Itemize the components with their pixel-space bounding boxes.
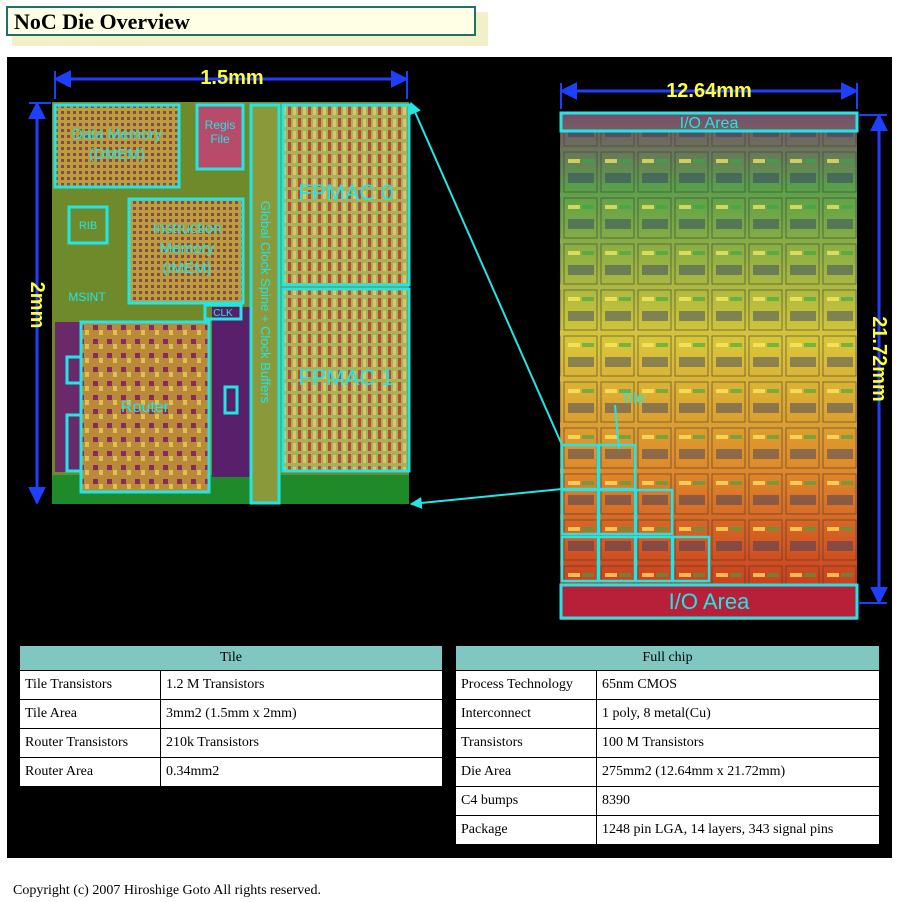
regfile-label-2: File <box>210 132 230 146</box>
clk-label: CLK <box>213 308 233 319</box>
table-cell-value: 8390 <box>596 786 880 816</box>
chip-table-header: Full chip <box>455 645 880 671</box>
zoom-line-top <box>409 101 563 446</box>
table-cell-label: Package <box>455 815 597 845</box>
chip-height-label: 21.72mm <box>868 316 890 402</box>
msint-label: MSINT <box>68 290 106 304</box>
table-cell-label: Die Area <box>455 757 597 787</box>
table-cell-value: 0.34mm2 <box>160 757 443 787</box>
table-cell-label: Process Technology <box>455 670 597 700</box>
table-cell-value: 210k Transistors <box>160 728 443 758</box>
tile-width-label: 1.5mm <box>200 67 263 89</box>
page-title: NoC Die Overview <box>6 6 476 36</box>
table-cell-label: Router Transistors <box>19 728 161 758</box>
table-row: Tile Transistors 1.2 M Transistors <box>19 670 443 700</box>
imem-label-3: (IMEM) <box>162 260 211 277</box>
full-die-tiles <box>560 132 857 587</box>
imem-label-1: Instruction <box>152 220 221 237</box>
clock-spine-label: Global Clock Spine + Clock Buffers <box>258 201 273 404</box>
imem-label-2: Memory <box>160 240 215 257</box>
table-row: Process Technology 65nm CMOS <box>455 670 880 700</box>
table-cell-value: 3mm2 (1.5mm x 2mm) <box>160 699 443 729</box>
table-row: C4 bumps 8390 <box>455 786 880 816</box>
chip-width-label: 12.64mm <box>666 80 752 102</box>
chip-table-header-row: Full chip <box>455 645 880 671</box>
table-cell-label: Tile Transistors <box>19 670 161 700</box>
table-row: Router Area 0.34mm2 <box>19 757 443 787</box>
rib-label: RIB <box>79 220 97 232</box>
table-cell-value: 1 poly, 8 metal(Cu) <box>596 699 880 729</box>
fpmac1-label: FPMAC 1 <box>298 365 393 390</box>
tile-die: Data Memory (DMEM) Regis File RIB Instru… <box>26 67 411 505</box>
regfile-label-1: Regis <box>205 118 236 132</box>
table-cell-label: Interconnect <box>455 699 597 729</box>
table-cell-value: 1248 pin LGA, 14 layers, 343 signal pins <box>596 815 880 845</box>
fpmac0-label: FPMAC 0 <box>298 180 393 205</box>
router-label: Router <box>121 399 170 416</box>
io-area-bottom-label: I/O Area <box>669 589 750 614</box>
chip-spec-table: Full chip Process Technology 65nm CMOS I… <box>455 645 880 845</box>
tile-table-header: Tile <box>19 645 443 671</box>
copyright-text: Copyright (c) 2007 Hiroshige Goto All ri… <box>13 883 321 898</box>
io-area-top-label: I/O Area <box>680 115 739 132</box>
table-cell-value: 65nm CMOS <box>596 670 880 700</box>
table-cell-value: 100 M Transistors <box>596 728 880 758</box>
table-cell-label: Tile Area <box>19 699 161 729</box>
table-cell-value: 1.2 M Transistors <box>160 670 443 700</box>
dmem-label-2: (DMEM) <box>89 146 145 163</box>
table-row: Interconnect 1 poly, 8 metal(Cu) <box>455 699 880 729</box>
table-row: Tile Area 3mm2 (1.5mm x 2mm) <box>19 699 443 729</box>
tile-callout-label: Tile <box>621 390 645 407</box>
table-row: Router Transistors 210k Transistors <box>19 728 443 758</box>
full-die: I/O Area I/O Area Tile 12.64mm 21.72mm <box>559 80 890 620</box>
tile-spec-table: Tile Tile Transistors 1.2 M Transistors … <box>19 645 443 787</box>
purple-region-texture <box>212 307 252 477</box>
tile-height-label: 2mm <box>26 282 48 329</box>
table-cell-value: 275mm2 (12.64mm x 21.72mm) <box>596 757 880 787</box>
page-title-text: NoC Die Overview <box>14 9 190 34</box>
table-cell-label: Transistors <box>455 728 597 758</box>
zoom-line-bottom <box>409 488 563 509</box>
dmem-label-1: Data Memory <box>72 126 163 143</box>
table-row: Package 1248 pin LGA, 14 layers, 343 sig… <box>455 815 880 845</box>
table-cell-label: Router Area <box>19 757 161 787</box>
die-overview-panel: Data Memory (DMEM) Regis File RIB Instru… <box>7 57 892 858</box>
table-row: Die Area 275mm2 (12.64mm x 21.72mm) <box>455 757 880 787</box>
table-cell-label: C4 bumps <box>455 786 597 816</box>
table-row: Transistors 100 M Transistors <box>455 728 880 758</box>
tile-table-header-row: Tile <box>19 645 443 671</box>
